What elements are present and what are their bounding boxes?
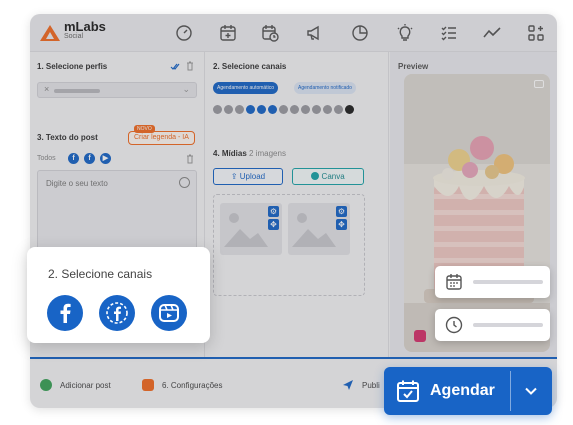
facebook-outline-icon[interactable]	[99, 295, 135, 331]
schedule-button[interactable]: Agendar	[384, 367, 552, 415]
facebook-reels-icon[interactable]: ▶	[100, 153, 111, 164]
calendar-add-icon[interactable]	[219, 24, 237, 42]
add-post-label: Adicionar post	[60, 380, 111, 390]
image-placeholder-icon	[224, 213, 268, 247]
channel-select-popup: 2. Selecione canais	[27, 247, 210, 343]
checklist-icon[interactable]	[440, 24, 458, 42]
edit-media-icon[interactable]: ⚙	[336, 206, 347, 217]
trash-icon[interactable]	[186, 61, 194, 71]
step4-label: 4. Mídias	[213, 149, 247, 158]
instagram-story-icon[interactable]	[235, 105, 244, 114]
emoji-icon[interactable]	[179, 177, 190, 188]
threads-icon[interactable]	[224, 105, 233, 114]
new-badge: NOVO	[134, 125, 155, 133]
pinterest-icon[interactable]	[312, 105, 321, 114]
plus-circle-icon	[40, 379, 52, 391]
logo[interactable]: mLabs Social	[40, 19, 106, 42]
image-placeholder-icon	[292, 213, 336, 247]
calendar-icon	[446, 274, 462, 290]
publish-button[interactable]: Publi	[342, 379, 380, 391]
camera-icon	[534, 80, 544, 88]
youtube-icon[interactable]	[301, 105, 310, 114]
schedule-time-card[interactable]	[435, 309, 550, 341]
google-business-icon[interactable]	[323, 105, 332, 114]
channels-media-column: 2. Selecione canais Agendamento automáti…	[206, 52, 389, 357]
linkedin-icon[interactable]	[290, 105, 299, 114]
media-thumbnail[interactable]: ⚙ ✥	[288, 203, 350, 255]
preview-label: Preview	[398, 62, 429, 71]
ai-caption-button[interactable]: Criar legenda - IA	[128, 131, 195, 145]
settings-button[interactable]: 6. Configurações	[142, 379, 222, 391]
tiktok-icon[interactable]	[279, 105, 288, 114]
edit-media-icon[interactable]: ⚙	[268, 206, 279, 217]
app-window: mLabs Social 1. Selecione perfis × ⌄ 3. …	[30, 14, 557, 408]
instagram-icon	[414, 330, 426, 342]
facebook-icon[interactable]	[47, 295, 83, 331]
step1-title: 1. Selecione perfis	[37, 62, 108, 71]
pie-chart-icon[interactable]	[351, 24, 369, 42]
settings-label: 6. Configurações	[162, 380, 223, 390]
gear-icon	[142, 379, 154, 391]
step4-title: 4. Mídias 2 imagens	[213, 149, 286, 158]
schedule-date-card[interactable]	[435, 266, 550, 298]
upload-label: Upload	[239, 172, 266, 181]
tab-all[interactable]: Todos	[37, 155, 56, 162]
stage: mLabs Social 1. Selecione perfis × ⌄ 3. …	[0, 0, 573, 425]
lightbulb-icon[interactable]	[396, 24, 414, 42]
notified-schedule-chip[interactable]: Agendamento notificado	[294, 82, 356, 94]
trend-line-icon[interactable]	[483, 24, 501, 42]
selected-profile-placeholder	[54, 89, 100, 93]
add-post-button[interactable]: Adicionar post	[40, 379, 111, 391]
top-bar: mLabs Social	[30, 14, 557, 52]
megaphone-icon[interactable]	[305, 24, 323, 42]
calendar-clock-icon[interactable]	[261, 24, 279, 42]
publish-label: Publi	[362, 380, 380, 390]
profile-select[interactable]: × ⌄	[37, 82, 197, 98]
move-media-icon[interactable]: ✥	[268, 219, 279, 230]
schedule-label: Agendar	[430, 382, 495, 399]
clock-icon	[445, 316, 463, 334]
step3-title: 3. Texto do post	[37, 133, 98, 142]
channel-icons-row	[213, 105, 354, 114]
chevron-down-icon[interactable]: ⌄	[182, 84, 190, 95]
dashboard-icon[interactable]	[175, 24, 193, 42]
facebook-reels-icon[interactable]	[151, 295, 187, 331]
media-dropzone[interactable]: ⚙ ✥ ⚙ ✥	[213, 194, 365, 296]
media-count: 2 imagens	[249, 149, 286, 158]
canva-icon	[311, 172, 320, 180]
facebook-icon[interactable]: f	[68, 153, 79, 164]
apps-add-icon[interactable]	[527, 24, 545, 42]
facebook-outline-icon[interactable]: f	[84, 153, 95, 164]
move-media-icon[interactable]: ✥	[336, 219, 347, 230]
instagram-icon[interactable]	[213, 105, 222, 114]
x-twitter-icon[interactable]	[334, 105, 343, 114]
clear-icon[interactable]: ×	[44, 84, 49, 94]
canva-button[interactable]: Canva	[292, 168, 364, 185]
calendar-check-icon	[397, 380, 419, 402]
popup-title: 2. Selecione canais	[48, 267, 153, 281]
send-icon	[343, 380, 353, 390]
auto-schedule-chip[interactable]: Agendamento automático	[213, 82, 278, 94]
media-thumbnail[interactable]: ⚙ ✥	[220, 203, 282, 255]
facebook-icon[interactable]	[246, 105, 255, 114]
logo-mark-icon	[40, 23, 60, 41]
trash-icon[interactable]	[186, 154, 194, 164]
facebook-outline-icon[interactable]	[257, 105, 266, 114]
text-placeholder: Digite o seu texto	[46, 179, 108, 188]
facebook-reels-icon[interactable]	[268, 105, 277, 114]
logo-name: mLabs	[64, 19, 106, 34]
canva-label: Canva	[321, 172, 345, 181]
button-divider	[510, 371, 511, 411]
upload-button[interactable]: ⇪ Upload	[213, 168, 283, 185]
step2-title: 2. Selecione canais	[213, 62, 287, 71]
check-all-icon[interactable]	[170, 62, 180, 71]
time-placeholder	[473, 323, 543, 327]
chevron-down-icon[interactable]	[524, 384, 538, 398]
threads-app-icon[interactable]	[345, 105, 354, 114]
date-placeholder	[473, 280, 543, 284]
